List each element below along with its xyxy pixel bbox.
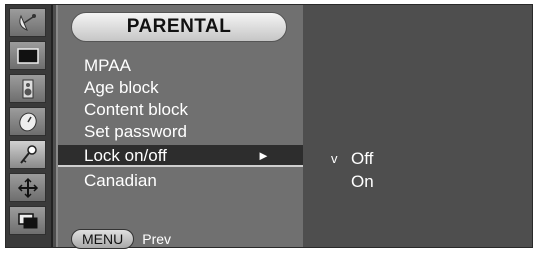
menu-item-mpaa[interactable]: MPAA	[58, 55, 303, 77]
menu-item-label: MPAA	[84, 56, 131, 75]
menu-item-content-block[interactable]: Content block	[58, 99, 303, 121]
menu-item-label: Content block	[84, 100, 188, 119]
setup-icon	[17, 177, 38, 198]
check-mark-icon: v	[331, 151, 338, 166]
input-source-icon	[17, 212, 37, 228]
prev-label: Prev	[142, 230, 172, 247]
menu-item-canadian[interactable]: Canadian	[58, 170, 303, 192]
parental-menu-panel: PARENTAL MPAA Age block Content block Se…	[56, 5, 303, 249]
sidebar-item-input[interactable]	[9, 206, 46, 235]
clock-icon	[18, 112, 37, 131]
menu-title: PARENTAL	[71, 12, 287, 42]
option-on[interactable]: On	[351, 171, 374, 193]
tv-osd-screen: PARENTAL MPAA Age block Content block Se…	[5, 4, 533, 249]
sidebar-item-time[interactable]	[9, 107, 46, 136]
sidebar-item-picture[interactable]	[9, 41, 46, 70]
sidebar-item-parental[interactable]	[9, 140, 46, 169]
menu-item-set-password[interactable]: Set password	[58, 121, 303, 143]
sidebar-item-sound[interactable]	[9, 74, 46, 103]
key-icon	[19, 144, 37, 164]
menu-item-age-block[interactable]: Age block	[58, 77, 303, 99]
sidebar-item-setup[interactable]	[9, 173, 46, 202]
menu-footer: MENU Prev	[71, 228, 171, 249]
menu-item-lock-on-off[interactable]: Lock on/off ►	[58, 145, 303, 167]
option-off[interactable]: Off	[351, 148, 373, 170]
audio-speaker-icon	[22, 79, 33, 98]
menu-button[interactable]: MENU	[71, 228, 135, 249]
menu-item-label: Lock on/off	[84, 146, 167, 165]
icon-sidebar	[6, 5, 53, 247]
sidebar-item-station[interactable]	[9, 8, 46, 37]
right-arrow-icon: ►	[257, 148, 270, 163]
picture-icon	[16, 47, 39, 64]
lock-submenu: v Off On	[301, 5, 532, 247]
menu-item-label: Canadian	[84, 171, 157, 190]
menu-item-label: Set password	[84, 122, 187, 141]
menu-item-label: Age block	[84, 78, 159, 97]
satellite-dish-icon	[18, 13, 36, 31]
